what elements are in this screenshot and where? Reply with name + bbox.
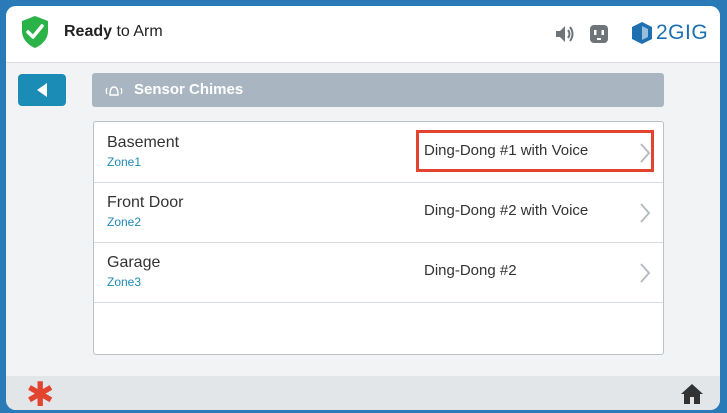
brand-text: 2GIG: [656, 21, 709, 44]
sensor-name: Basement: [107, 134, 180, 151]
status-rest: to Arm: [112, 23, 163, 40]
shield-check-icon[interactable]: [20, 15, 50, 49]
back-arrow-icon: [37, 83, 47, 97]
status-bar: Ready to Arm 2GIG: [6, 6, 720, 63]
sensor-list: Basement Zone1 Ding-Dong #1 with Voice F…: [93, 121, 664, 355]
moon-icon[interactable]: [521, 22, 537, 46]
2gig-logo-icon: [632, 22, 652, 44]
sensor-name: Garage: [107, 254, 161, 271]
page-title: Sensor Chimes: [134, 81, 244, 98]
chime-value: Ding-Dong #1 with Voice: [424, 142, 589, 159]
main-panel: Ready to Arm 2GIG Sensor Chimes Basement…: [6, 6, 720, 410]
sensor-name: Front Door: [107, 194, 184, 211]
sensor-row-front-door[interactable]: Front Door Zone2 Ding-Dong #2 with Voice: [94, 182, 663, 243]
sensor-row-garage[interactable]: Garage Zone3 Ding-Dong #2: [94, 242, 663, 303]
status-strong: Ready: [64, 23, 113, 40]
sensor-row-basement[interactable]: Basement Zone1 Ding-Dong #1 with Voice: [94, 122, 663, 183]
chevron-right-icon: [640, 263, 651, 283]
sensor-zone: Zone2: [107, 215, 142, 229]
brand-logo: 2GIG: [631, 18, 708, 48]
page-title-bar: Sensor Chimes: [92, 73, 664, 107]
chime-value: Ding-Dong #2 with Voice: [424, 202, 589, 219]
bottom-bar: ✱: [6, 376, 720, 410]
speaker-icon[interactable]: [554, 22, 574, 46]
arm-status-text[interactable]: Ready to Arm: [64, 23, 163, 41]
outlet-icon[interactable]: [589, 22, 609, 46]
chevron-right-icon: [640, 203, 651, 223]
chime-icon: [105, 86, 123, 96]
sensor-zone: Zone1: [107, 155, 142, 169]
asterisk-icon[interactable]: ✱: [26, 378, 55, 410]
chevron-right-icon: [640, 143, 651, 163]
sensor-zone: Zone3: [107, 275, 142, 289]
chime-value: Ding-Dong #2: [424, 262, 517, 279]
home-icon[interactable]: [680, 383, 704, 405]
back-button[interactable]: [18, 74, 66, 106]
